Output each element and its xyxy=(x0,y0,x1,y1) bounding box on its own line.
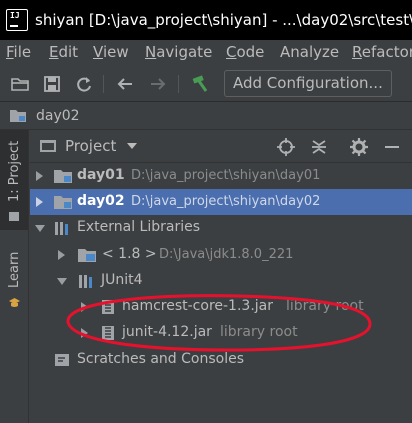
tree-path-day01: D:\java_project\shiyan\day01 xyxy=(131,168,321,183)
tree-label-external-libraries: External Libraries xyxy=(77,219,200,235)
module-folder-icon xyxy=(54,196,72,209)
open-folder-icon[interactable] xyxy=(10,74,30,94)
module-folder-icon xyxy=(54,170,72,183)
left-tool-stripe: 1: Project Learn xyxy=(0,130,29,423)
chevron-down-icon[interactable] xyxy=(127,143,137,149)
title-bar: IJ shiyan [D:\java_project\shiyan] - ...… xyxy=(0,0,412,40)
red-annotation-ellipse xyxy=(66,294,372,352)
breadcrumb-day02[interactable]: day02 xyxy=(36,108,80,124)
project-view-icon xyxy=(40,140,56,152)
tree-row-day02[interactable]: day02 D:\java_project\shiyan\day02 xyxy=(30,189,412,215)
add-configuration-button[interactable]: Add Configuration... xyxy=(224,70,392,97)
expand-arrow-icon[interactable] xyxy=(36,197,43,207)
expand-arrow-icon[interactable] xyxy=(36,171,43,181)
library-icon xyxy=(79,275,92,288)
collapse-all-icon[interactable] xyxy=(309,137,329,157)
menu-edit[interactable]: Edit xyxy=(49,43,78,61)
project-folder-icon xyxy=(9,212,19,221)
library-icon xyxy=(55,222,68,235)
tab-project[interactable]: 1: Project xyxy=(0,130,28,230)
tree-label-day01: day01 xyxy=(77,167,125,183)
locate-target-icon[interactable] xyxy=(276,137,296,157)
sync-icon[interactable] xyxy=(74,74,94,94)
tree-label-jdk: < 1.8 > xyxy=(102,246,157,262)
build-hammer-icon[interactable] xyxy=(190,74,210,94)
project-panel-header: Project xyxy=(30,131,412,163)
tab-project-label: 1: Project xyxy=(7,140,22,202)
expand-arrow-icon[interactable] xyxy=(58,250,65,260)
minimize-icon[interactable] xyxy=(382,137,402,157)
learn-hat-icon xyxy=(9,298,20,307)
tree-label-day02: day02 xyxy=(77,193,125,209)
jdk-folder-icon xyxy=(78,249,96,262)
main-toolbar: Add Configuration... xyxy=(0,65,412,102)
menu-bar: File Edit View Navigate Code Analyze Ref… xyxy=(0,40,412,65)
scratches-icon xyxy=(55,354,69,366)
back-arrow-icon[interactable] xyxy=(115,74,135,94)
menu-analyze[interactable]: Analyze xyxy=(280,43,339,61)
tree-path-day02: D:\java_project\shiyan\day02 xyxy=(131,194,321,209)
tree-row-day01[interactable]: day01 D:\java_project\shiyan\day01 xyxy=(30,163,412,189)
menu-navigate[interactable]: Navigate xyxy=(145,43,212,61)
collapse-arrow-icon[interactable] xyxy=(35,225,45,232)
tab-learn[interactable]: Learn xyxy=(0,248,28,318)
project-view-selector[interactable]: Project xyxy=(65,137,116,155)
module-folder-icon xyxy=(10,110,26,122)
forward-arrow-icon[interactable] xyxy=(148,74,168,94)
gear-icon[interactable] xyxy=(349,137,369,157)
collapse-arrow-icon[interactable] xyxy=(57,278,67,285)
tree-label-junit4: JUnit4 xyxy=(101,272,143,288)
intellij-logo-icon: IJ xyxy=(6,9,28,31)
menu-file[interactable]: File xyxy=(6,43,31,61)
save-icon[interactable] xyxy=(42,74,62,94)
tree-path-jdk: D:\Java\jdk1.8.0_221 xyxy=(159,247,294,262)
tree-row-jdk[interactable]: < 1.8 > D:\Java\jdk1.8.0_221 xyxy=(30,242,412,268)
menu-code[interactable]: Code xyxy=(226,43,264,61)
tab-learn-label: Learn xyxy=(7,251,22,288)
menu-view[interactable]: View xyxy=(93,43,129,61)
tree-row-external-libraries[interactable]: External Libraries xyxy=(30,215,412,241)
window-title: shiyan [D:\java_project\shiyan] - ...\da… xyxy=(35,11,412,29)
navigation-bar: day02 xyxy=(0,102,412,130)
menu-refactor[interactable]: Refactor xyxy=(352,43,412,61)
